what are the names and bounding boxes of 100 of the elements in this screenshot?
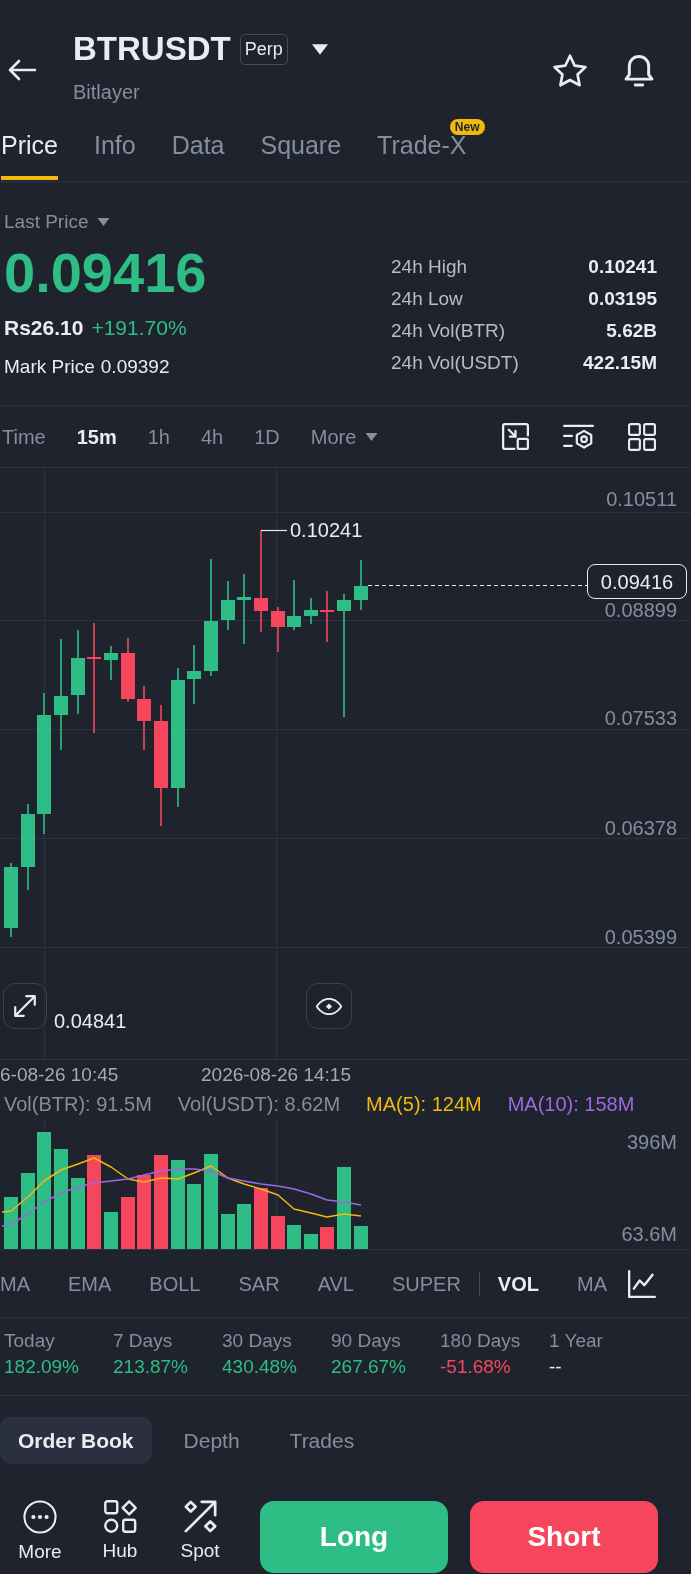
pair-title: BTRUSDT bbox=[73, 30, 231, 68]
expand-icon bbox=[14, 995, 36, 1017]
stat-value: 422.15M bbox=[583, 350, 657, 375]
period-label: 30 Days bbox=[222, 1329, 293, 1353]
volume-axis-label: 396M bbox=[626, 1132, 677, 1152]
candlestick bbox=[237, 573, 251, 645]
interval-tab[interactable]: 1D bbox=[254, 421, 280, 452]
book-tab[interactable]: Depth bbox=[165, 1417, 258, 1464]
stat-value: 0.03195 bbox=[588, 286, 657, 311]
star-icon[interactable] bbox=[553, 53, 587, 87]
tab[interactable]: Trade-X New bbox=[377, 118, 485, 180]
short-button[interactable]: Short bbox=[470, 1501, 658, 1573]
candlestick bbox=[121, 637, 135, 703]
indicator-tab[interactable]: MA bbox=[0, 1268, 30, 1299]
shapes-icon bbox=[103, 1500, 137, 1533]
caret-icon bbox=[97, 218, 111, 226]
volume-axis-label: 63.6M bbox=[621, 1224, 677, 1244]
more-dropdown[interactable]: More bbox=[310, 421, 379, 452]
candlestick bbox=[104, 645, 118, 681]
volume-bar bbox=[287, 1225, 301, 1249]
contract-type-tag: Perp bbox=[239, 33, 288, 65]
candlestick bbox=[137, 685, 151, 751]
candlestick bbox=[287, 579, 301, 631]
indicator-tab[interactable]: VOL bbox=[497, 1268, 539, 1299]
tab[interactable]: Data bbox=[171, 118, 225, 180]
tab[interactable]: Price bbox=[1, 118, 58, 180]
period-change: -51.68% bbox=[440, 1355, 512, 1379]
bell-icon[interactable] bbox=[623, 52, 655, 88]
stat-label: 24h Vol(BTR) bbox=[391, 318, 506, 343]
price-type-dropdown[interactable]: Last Price bbox=[4, 210, 111, 234]
tab[interactable]: Info bbox=[93, 118, 136, 180]
legend-entry: Vol(USDT): 8.62M bbox=[177, 1092, 341, 1116]
volume-bar bbox=[104, 1212, 118, 1249]
line-chart-icon[interactable] bbox=[628, 1269, 656, 1298]
caret-icon[interactable] bbox=[311, 43, 328, 55]
pair-subtitle: Bitlayer bbox=[73, 80, 141, 104]
interval-tab[interactable]: 1h bbox=[147, 421, 170, 452]
arrow-diamonds-icon bbox=[183, 1500, 217, 1533]
volume-bar bbox=[271, 1216, 285, 1249]
tab[interactable]: Square bbox=[260, 118, 342, 180]
indicator-tab[interactable]: MA bbox=[577, 1268, 607, 1299]
price-change: +191.70% bbox=[91, 316, 187, 340]
price-axis-label: 0.08899 bbox=[604, 600, 677, 620]
nav-button[interactable]: More bbox=[5, 1500, 75, 1563]
period-change: 267.67% bbox=[331, 1355, 407, 1379]
book-tab[interactable]: Order Book bbox=[0, 1417, 152, 1464]
grid-icon[interactable] bbox=[628, 422, 656, 451]
volume-bar bbox=[304, 1234, 318, 1249]
nav-button[interactable]: Hub bbox=[85, 1500, 155, 1562]
high-price-label: 0.10241 bbox=[290, 519, 363, 541]
period-label: Today bbox=[4, 1329, 56, 1353]
low-price-label: 0.04841 bbox=[54, 1010, 127, 1032]
mark-price-label: Mark Price bbox=[4, 355, 95, 379]
eye-button[interactable] bbox=[306, 983, 352, 1029]
time-axis-label: 2026-08-26 14:15 bbox=[201, 1064, 351, 1086]
book-tab[interactable]: Trades bbox=[271, 1417, 373, 1464]
interval-tab[interactable]: 15m bbox=[76, 421, 117, 452]
volume-bar bbox=[320, 1227, 334, 1249]
volume-bar bbox=[221, 1214, 235, 1249]
indicator-tab[interactable]: BOLL bbox=[149, 1268, 201, 1299]
resize-window-icon[interactable] bbox=[502, 423, 529, 450]
period-label: 7 Days bbox=[113, 1329, 174, 1353]
period-change: -- bbox=[549, 1355, 563, 1379]
last-price-tag: 0.09416 bbox=[587, 564, 687, 599]
candlestick bbox=[221, 580, 235, 631]
volume-bar bbox=[4, 1197, 18, 1249]
legend-entry: Vol(BTR): 91.5M bbox=[4, 1092, 152, 1116]
interval-tab[interactable]: Time bbox=[2, 421, 46, 452]
candlestick bbox=[354, 559, 368, 611]
period-label: 90 Days bbox=[331, 1329, 402, 1353]
stat-value: 0.10241 bbox=[588, 254, 657, 279]
indicator-tab[interactable]: EMA bbox=[68, 1268, 112, 1299]
candlestick bbox=[320, 590, 334, 643]
interval-tab[interactable]: 4h bbox=[201, 421, 224, 452]
ellipsis-circle-icon bbox=[23, 1500, 57, 1534]
stat-label: 24h Vol(USDT) bbox=[391, 350, 519, 375]
candlestick bbox=[304, 597, 318, 625]
volume-bar bbox=[354, 1226, 368, 1249]
volume-bar bbox=[187, 1184, 201, 1249]
nav-button[interactable]: Spot bbox=[165, 1500, 235, 1562]
long-button[interactable]: Long bbox=[260, 1501, 448, 1573]
volume-bar bbox=[121, 1197, 135, 1249]
stat-label: 24h High bbox=[391, 254, 468, 279]
back-icon bbox=[7, 58, 37, 82]
candlestick bbox=[271, 606, 285, 653]
last-price: 0.09416 bbox=[4, 245, 207, 301]
new-badge: New bbox=[449, 119, 485, 135]
mark-price-value: 0.09392 bbox=[100, 355, 170, 379]
list-hexagon-icon[interactable] bbox=[563, 423, 594, 450]
indicator-tab[interactable]: SUPER bbox=[391, 1268, 461, 1299]
candlestick bbox=[187, 644, 201, 705]
legend-entry: MA(10): 158M bbox=[507, 1092, 635, 1116]
period-change: 430.48% bbox=[222, 1355, 298, 1379]
expand-button[interactable] bbox=[3, 983, 47, 1029]
indicator-tab[interactable]: SAR bbox=[238, 1268, 280, 1299]
price-axis-label: 0.05399 bbox=[604, 927, 677, 947]
legend-entry: MA(5): 124M bbox=[366, 1092, 482, 1116]
indicator-tab[interactable]: AVL bbox=[317, 1268, 354, 1299]
caret-icon bbox=[365, 432, 379, 441]
stat-value: 5.62B bbox=[606, 318, 657, 343]
